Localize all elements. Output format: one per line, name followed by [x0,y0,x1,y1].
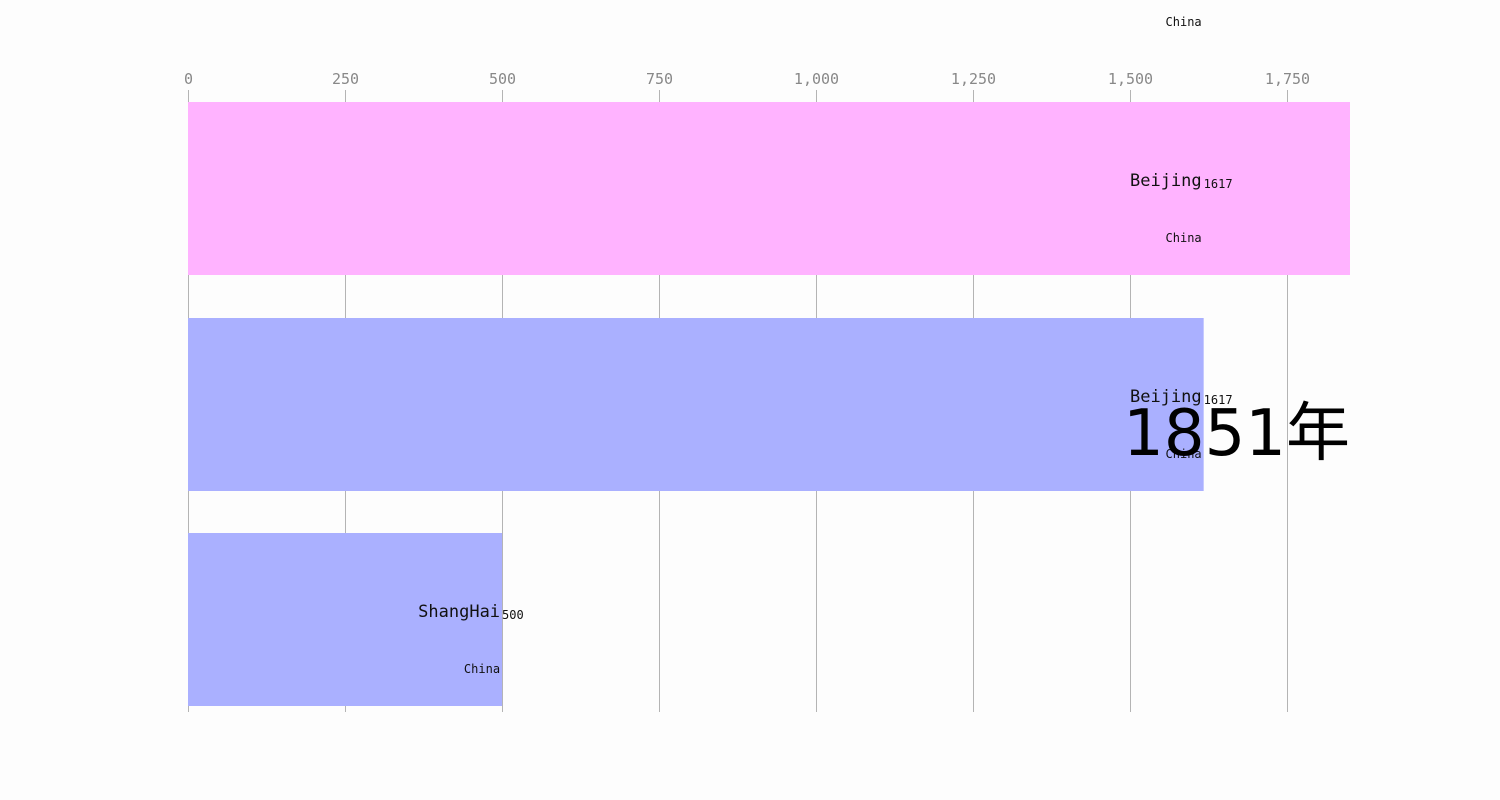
stray-group-label: China [1166,15,1202,29]
bar-group-label: China [1166,231,1202,245]
bar-group-label: China [464,662,500,676]
x-tick-label: 750 [646,70,673,88]
chart-stage: 0 250 500 750 1,000 1,250 1,500 1,750 Beijing 16… [0,0,1500,800]
bar [188,318,1204,491]
x-tick-label: 500 [489,70,516,88]
year-label: 1851年 [1123,397,1350,471]
x-tick-label: 1,750 [1265,70,1310,88]
x-tick-label: 1,000 [794,70,839,88]
bar-value-label: 500 [502,608,524,622]
x-tick-label: 0 [184,70,193,88]
x-tick-label: 1,500 [1108,70,1153,88]
bar-name-label: ShangHai [418,602,500,622]
bar-value-label: 1617 [1204,177,1233,191]
x-tick-label: 1,250 [951,70,996,88]
bar-name-label: Beijing [1130,171,1202,191]
x-tick-label: 250 [332,70,359,88]
